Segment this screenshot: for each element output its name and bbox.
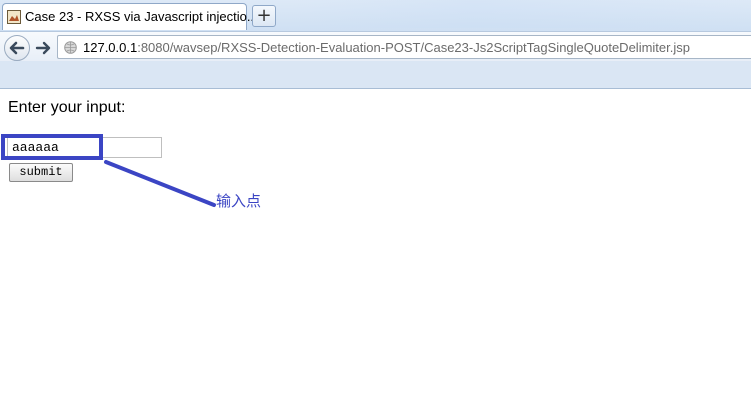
back-button[interactable] <box>4 35 30 61</box>
tab-title: Case 23 - RXSS via Javascript injectio..… <box>25 9 258 24</box>
annotation-label: 输入点 <box>216 192 262 210</box>
annotation-highlight-box <box>1 134 103 160</box>
active-tab[interactable]: Case 23 - RXSS via Javascript injectio..… <box>2 3 258 30</box>
url-path: :8080/wavsep/RXSS-Detection-Evaluation-P… <box>137 40 690 55</box>
url-text: 127.0.0.1:8080/wavsep/RXSS-Detection-Eva… <box>83 40 690 55</box>
back-arrow-icon <box>9 41 25 55</box>
forward-button[interactable] <box>32 38 54 58</box>
new-tab-button[interactable]: + <box>252 5 276 27</box>
globe-icon <box>64 41 77 54</box>
page-favicon-icon <box>7 10 21 24</box>
forward-arrow-icon <box>35 41 51 55</box>
navigation-bar: 127.0.0.1:8080/wavsep/RXSS-Detection-Eva… <box>0 31 751 62</box>
submit-button[interactable]: submit <box>9 163 73 182</box>
tab-strip: Case 23 - RXSS via Javascript injectio..… <box>0 0 751 31</box>
plus-icon: + <box>256 5 272 26</box>
url-host: 127.0.0.1 <box>83 40 138 55</box>
address-bar[interactable]: 127.0.0.1:8080/wavsep/RXSS-Detection-Eva… <box>57 35 751 59</box>
tab-strip-background <box>290 0 751 28</box>
page-content: Enter your input: aaaaaa submit <box>0 89 751 402</box>
input-prompt-label: Enter your input: <box>8 99 126 116</box>
bookmarks-toolbar <box>0 61 751 89</box>
nav-buttons <box>4 35 54 61</box>
